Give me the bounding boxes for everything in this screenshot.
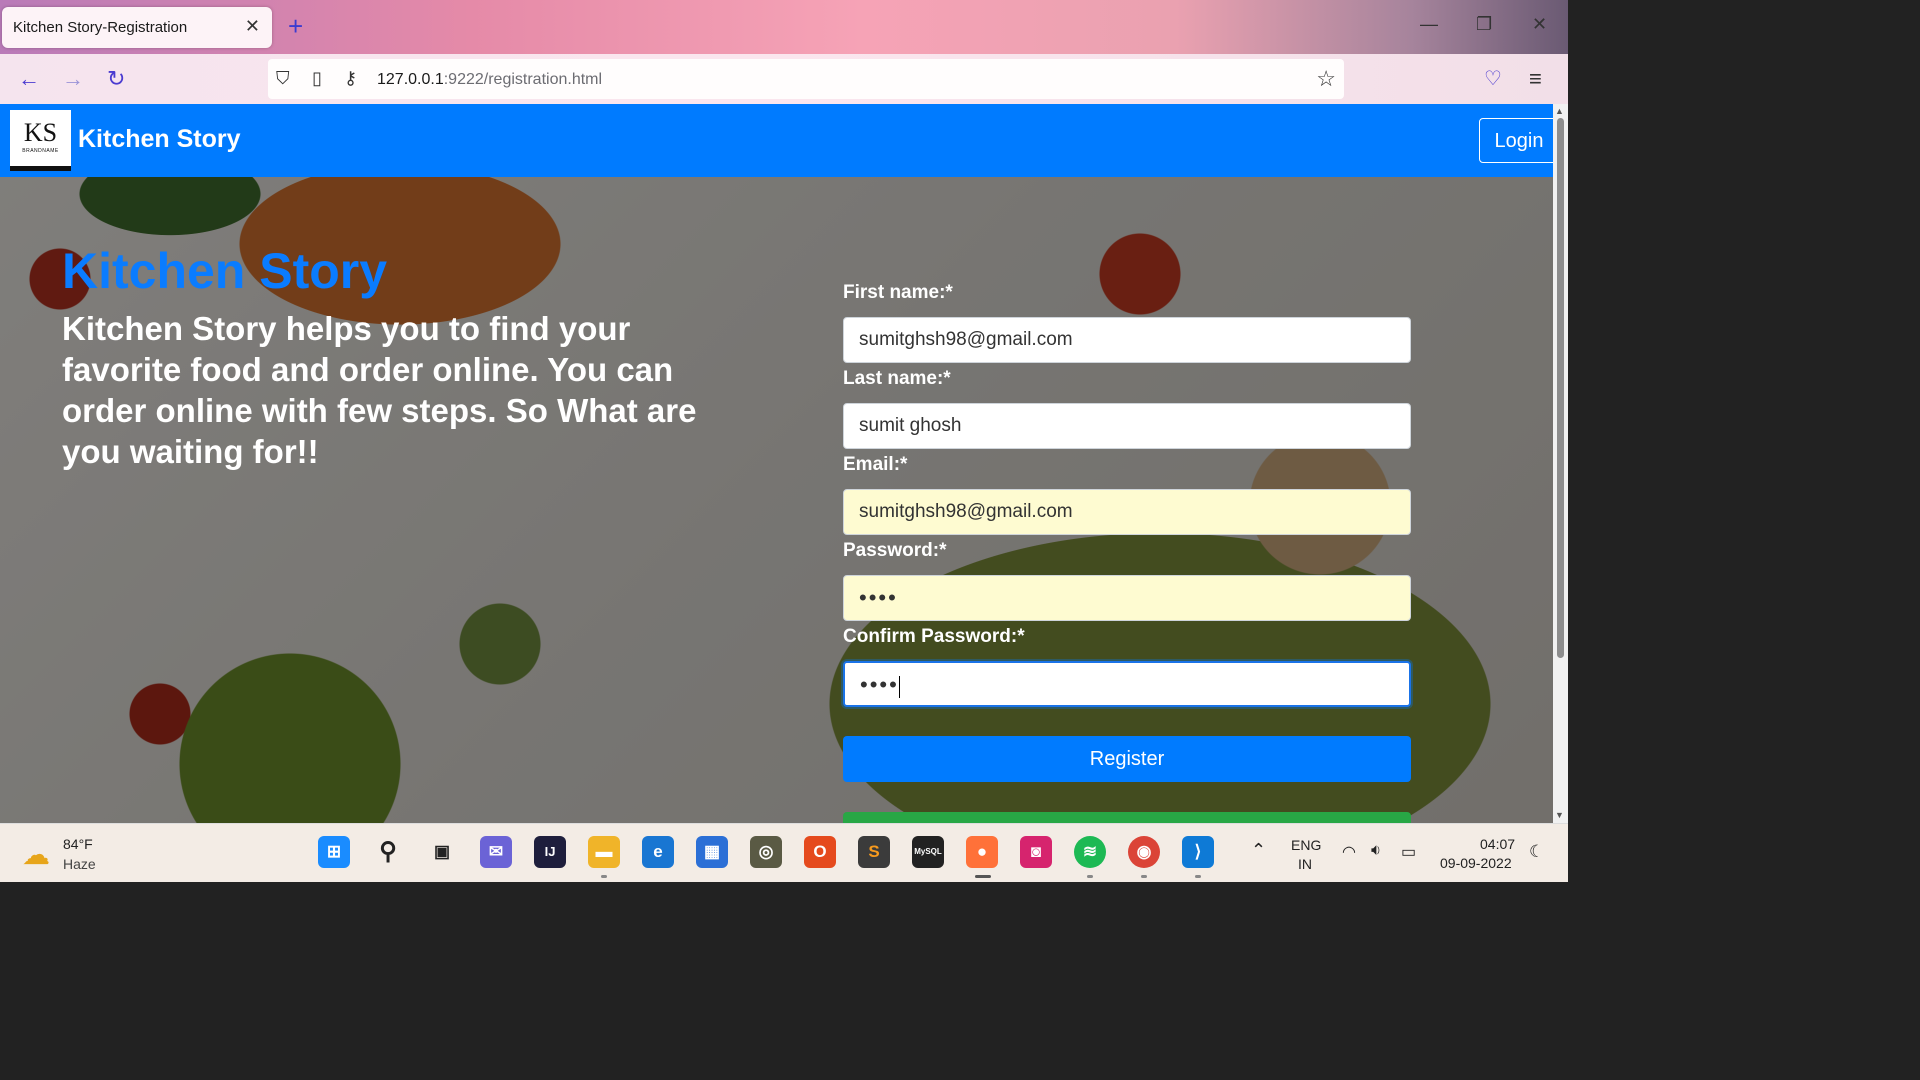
page-viewport: KS BRANDNAME Kitchen Story Login Kitchen…: [0, 104, 1553, 823]
app-icon[interactable]: ◎: [750, 836, 782, 868]
language-bottom[interactable]: IN: [1298, 856, 1312, 872]
notification-icon[interactable]: ☾: [1529, 842, 1544, 862]
registration-form: First name:* sumitghsh98@gmail.com Last …: [843, 280, 1411, 710]
secondary-button[interactable]: [843, 812, 1411, 823]
file-explorer-indicator: [601, 875, 607, 878]
hero-description: Kitchen Story helps you to find your fav…: [62, 310, 697, 470]
vscode-icon[interactable]: ⟩: [1182, 836, 1214, 868]
spotify-icon[interactable]: ≋: [1074, 836, 1106, 868]
store-icon[interactable]: ▦: [696, 836, 728, 868]
tab-close-icon[interactable]: ✕: [245, 16, 260, 37]
wifi-icon[interactable]: ◠: [1342, 842, 1356, 862]
mysql-icon[interactable]: MySQL: [912, 836, 944, 868]
brand-name[interactable]: Kitchen Story: [78, 125, 241, 154]
intellij-icon[interactable]: IJ: [534, 836, 566, 868]
url-text[interactable]: 127.0.0.1:9222/registration.html: [377, 71, 602, 89]
chrome-icon[interactable]: ◉: [1128, 836, 1160, 868]
sublime-icon[interactable]: S: [858, 836, 890, 868]
menu-icon[interactable]: ≡: [1529, 66, 1542, 92]
reload-icon[interactable]: ↻: [107, 66, 125, 92]
minimize-icon[interactable]: —: [1420, 14, 1438, 35]
password-dots: ••••: [859, 585, 898, 610]
scroll-up-icon[interactable]: ▲: [1555, 106, 1564, 116]
clock-time[interactable]: 04:07: [1480, 836, 1515, 852]
edge-icon[interactable]: e: [642, 836, 674, 868]
weather-condition[interactable]: Haze: [63, 856, 96, 872]
instagram-icon[interactable]: ◙: [1020, 836, 1052, 868]
register-button[interactable]: Register: [843, 736, 1411, 782]
volume-icon[interactable]: 🔉︎: [1371, 842, 1381, 860]
office-icon[interactable]: O: [804, 836, 836, 868]
chrome-indicator: [1141, 875, 1147, 878]
weather-icon[interactable]: ☁: [22, 838, 50, 871]
back-icon[interactable]: ←: [18, 66, 40, 92]
taskbar: ☁ 84°F Haze ⊞ ⚲ ▣ ✉ IJ ▬ e ▦ ◎ O S MySQL…: [0, 823, 1568, 882]
address-bar[interactable]: ⛉ ▯ ⚷ 127.0.0.1:9222/registration.html ☆: [268, 59, 1344, 99]
confirm-password-input[interactable]: ••••: [843, 661, 1411, 707]
browser-tab[interactable]: Kitchen Story-Registration ✕: [2, 7, 272, 48]
site-logo[interactable]: KS BRANDNAME: [10, 110, 71, 171]
hero-title: Kitchen Story: [62, 243, 388, 299]
logo-subtext: BRANDNAME: [22, 148, 59, 154]
browser-toolbar: ← → ↻ ⛉ ▯ ⚷ 127.0.0.1:9222/registration.…: [0, 54, 1568, 104]
file-explorer-icon[interactable]: ▬: [588, 836, 620, 868]
page-icon[interactable]: ▯: [312, 68, 322, 89]
clock-date[interactable]: 09-09-2022: [1440, 855, 1512, 871]
last-name-input[interactable]: sumit ghosh: [843, 403, 1411, 449]
chat-icon[interactable]: ✉: [480, 836, 512, 868]
logo-text: KS: [23, 118, 58, 147]
site-navbar: KS BRANDNAME Kitchen Story Login: [0, 104, 1553, 177]
logo-bar: [10, 166, 71, 171]
spotify-indicator: [1087, 875, 1093, 878]
scroll-thumb[interactable]: [1557, 118, 1564, 658]
last-name-label: Last name:*: [843, 368, 951, 389]
language-top[interactable]: ENG: [1291, 837, 1321, 853]
bookmark-star-icon[interactable]: ☆: [1316, 66, 1336, 92]
email-input[interactable]: sumitghsh98@gmail.com: [843, 489, 1411, 535]
shield-icon[interactable]: ⛉: [276, 68, 290, 89]
text-caret: [898, 675, 900, 698]
confirm-password-label: Confirm Password:*: [843, 626, 1025, 647]
scroll-down-icon[interactable]: ▼: [1555, 810, 1564, 820]
close-window-icon[interactable]: ✕: [1532, 14, 1547, 35]
task-view-icon[interactable]: ▣: [426, 836, 458, 868]
confirm-password-dots: ••••: [860, 672, 899, 697]
new-tab-icon[interactable]: +: [288, 13, 303, 39]
password-label: Password:*: [843, 540, 947, 561]
page-scrollbar[interactable]: ▲ ▼: [1553, 104, 1568, 823]
tab-title: Kitchen Story-Registration: [13, 19, 188, 36]
tray-overflow-icon[interactable]: ⌃: [1251, 840, 1266, 861]
key-icon[interactable]: ⚷: [344, 68, 357, 89]
vscode-indicator: [1195, 875, 1201, 878]
first-name-input[interactable]: sumitghsh98@gmail.com: [843, 317, 1411, 363]
firefox-icon[interactable]: ●: [966, 836, 998, 868]
start-icon[interactable]: ⊞: [318, 836, 350, 868]
browser-titlebar: Kitchen Story-Registration ✕ + — ❐ ✕: [0, 0, 1568, 54]
restore-icon[interactable]: ❐: [1476, 14, 1492, 35]
pocket-icon[interactable]: ♡: [1484, 66, 1502, 91]
email-label: Email:*: [843, 454, 908, 475]
first-name-label: First name:*: [843, 282, 953, 303]
battery-icon[interactable]: ▭: [1401, 842, 1416, 862]
password-input[interactable]: ••••: [843, 575, 1411, 621]
forward-icon[interactable]: →: [62, 66, 84, 92]
weather-temp[interactable]: 84°F: [63, 836, 93, 852]
login-button[interactable]: Login: [1479, 118, 1553, 163]
firefox-indicator: [975, 875, 991, 878]
search-icon[interactable]: ⚲: [372, 836, 404, 868]
